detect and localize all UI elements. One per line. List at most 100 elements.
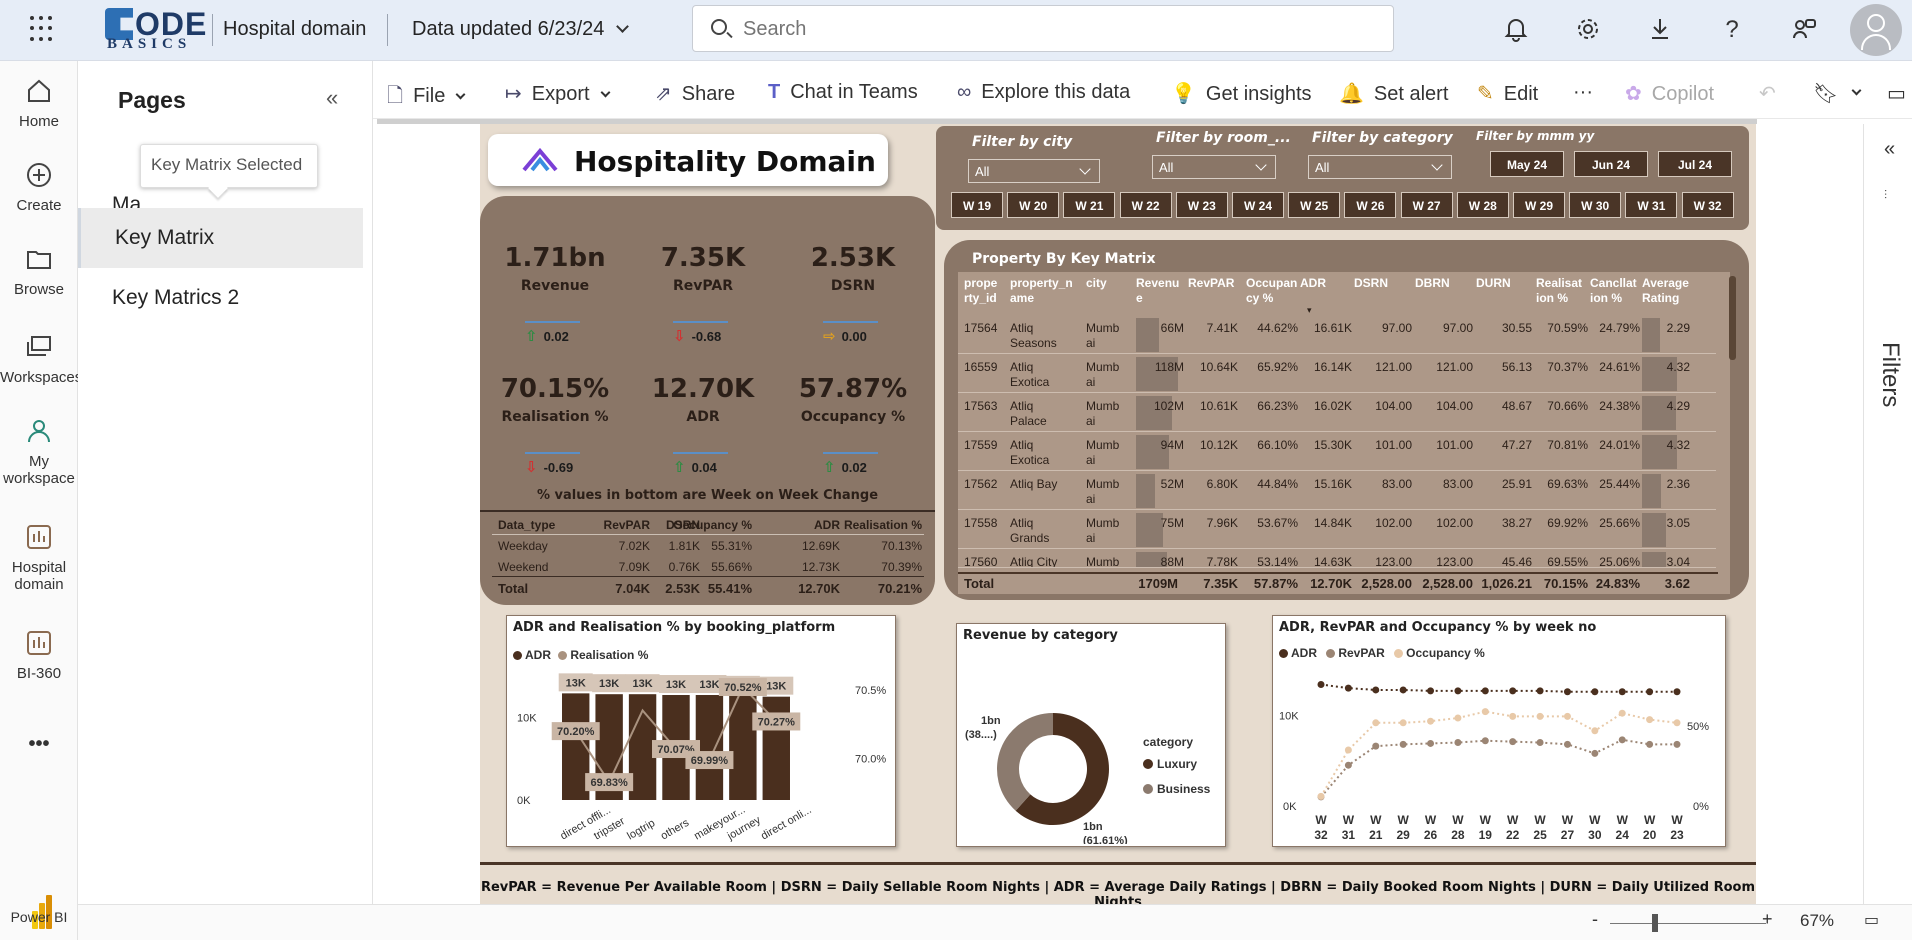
- series-point: [1454, 687, 1462, 695]
- view-icon[interactable]: ▭: [1887, 81, 1906, 106]
- fit-to-page-icon[interactable]: ▭: [1864, 910, 1879, 930]
- chat-in-teams-button[interactable]: T Chat in Teams: [768, 81, 918, 104]
- table-row[interactable]: 17563 Atliq Palace Mumb ai 102M 10.61K 66.23% 16…: [958, 394, 1716, 432]
- week-filter-button[interactable]: W 28: [1456, 192, 1509, 218]
- table-row[interactable]: 17564 Atliq Seasons Mumb ai 66M 7.41K 44.62% 16.…: [958, 316, 1716, 354]
- download-icon[interactable]: [1646, 16, 1674, 44]
- nav-browse[interactable]: Browse: [0, 245, 78, 298]
- table-row[interactable]: 17560 Atliq City Mumb 88M 7.78K 53.14% 14.63K 1…: [958, 550, 1716, 568]
- data-updated-dropdown[interactable]: Data updated 6/23/24: [412, 18, 630, 41]
- zoom-out-button[interactable]: -: [1592, 909, 1598, 930]
- column-header[interactable]: prope rty_id: [964, 276, 997, 306]
- column-header[interactable]: DBRN: [1415, 276, 1450, 291]
- bookmark-icon[interactable]: 🔖︎: [1813, 81, 1838, 106]
- week-filter-button[interactable]: W 21: [1063, 192, 1116, 218]
- month-filter-button[interactable]: Jun 24: [1574, 151, 1648, 177]
- file-menu[interactable]: 🗋 File: [387, 81, 466, 115]
- nav-hospital-domain[interactable]: Hospital domain: [0, 523, 78, 593]
- zoom-slider-thumb[interactable]: [1652, 914, 1658, 932]
- week-filter-button[interactable]: W 24: [1232, 192, 1284, 218]
- page-item-key-matrics-2[interactable]: Key Matrics 2: [78, 268, 363, 328]
- week-filter-button[interactable]: W 29: [1513, 192, 1565, 218]
- app-launcher-icon[interactable]: [30, 16, 56, 42]
- copilot-button[interactable]: ✿ Copilot: [1625, 81, 1714, 106]
- trend-down-icon: ⇩: [525, 459, 538, 476]
- more-actions-icon[interactable]: ···: [1573, 81, 1593, 104]
- nav-create[interactable]: Create: [0, 161, 78, 214]
- total-cell: Total: [964, 576, 995, 591]
- page-item-key-matrix[interactable]: Key Matrix: [78, 208, 363, 268]
- week-filter-button[interactable]: W 30: [1569, 192, 1622, 218]
- column-header[interactable]: DSRN: [1354, 276, 1388, 291]
- week-filter-button[interactable]: W 20: [1007, 192, 1060, 218]
- column-header[interactable]: Revenu e: [1136, 276, 1179, 306]
- more-options-icon[interactable]: •••: [0, 733, 78, 756]
- set-alert-button[interactable]: 🔔 Set alert: [1339, 81, 1448, 106]
- table-cell: Mumb ai: [1086, 399, 1120, 428]
- x-tick-label: W: [1534, 813, 1546, 827]
- table-row[interactable]: 17558 Atliq Grands Mumb ai 75M 7.96K 53.67% 14.8…: [958, 511, 1716, 549]
- x-tick-label: 31: [1342, 828, 1356, 842]
- kpi-label: Realisation %: [501, 409, 609, 425]
- feedback-icon[interactable]: [1790, 16, 1818, 44]
- table-row[interactable]: 16559 Atliq Exotica Mumb ai 118M 10.64K 65.92% 1…: [958, 355, 1716, 393]
- column-header[interactable]: city: [1086, 276, 1107, 291]
- week-filter-button[interactable]: W 27: [1400, 192, 1453, 218]
- search-box[interactable]: [692, 5, 1394, 52]
- table-row[interactable]: 17562 Atliq Bay Mumb ai 52M 6.80K 44.84% 15.16K…: [958, 472, 1716, 510]
- category-filter-select[interactable]: All: [1308, 155, 1452, 179]
- export-menu[interactable]: ↦ Export: [505, 81, 611, 106]
- series-point: [1646, 740, 1654, 748]
- month-filter-button[interactable]: Jul 24: [1658, 151, 1732, 177]
- week-filter-button[interactable]: W 22: [1119, 192, 1172, 218]
- explore-data-button[interactable]: ∞ Explore this data: [957, 81, 1130, 104]
- notifications-bell-icon[interactable]: [1502, 16, 1530, 44]
- week-filter-button[interactable]: W 25: [1288, 192, 1341, 218]
- undo-icon[interactable]: ↶: [1759, 81, 1776, 106]
- expand-filters-icon[interactable]: «: [1884, 138, 1895, 161]
- get-insights-button[interactable]: 💡 Get insights: [1171, 81, 1312, 106]
- column-header[interactable]: Realisat ion %: [1536, 276, 1582, 306]
- week-filter-button[interactable]: W 23: [1175, 192, 1228, 218]
- nav-my-workspace[interactable]: My workspace: [0, 417, 78, 487]
- city-filter-select[interactable]: All: [968, 159, 1100, 183]
- share-button[interactable]: ⇗ Share: [655, 81, 735, 106]
- week-filter-button[interactable]: W 32: [1681, 192, 1734, 218]
- column-header[interactable]: property_n ame: [1010, 276, 1073, 306]
- zoom-slider[interactable]: [1610, 923, 1766, 924]
- column-header[interactable]: Average Rating: [1642, 276, 1689, 306]
- search-input[interactable]: [743, 16, 1343, 42]
- zoom-in-button[interactable]: +: [1762, 909, 1773, 930]
- table-row[interactable]: 17559 Atliq Exotica Mumb ai 94M 10.12K 66.10% 15…: [958, 433, 1716, 471]
- month-filter-button[interactable]: May 24: [1490, 151, 1564, 177]
- x-tick-label: 22: [1506, 828, 1520, 842]
- settings-gear-icon[interactable]: [1574, 16, 1602, 44]
- table-scrollbar[interactable]: [1729, 276, 1736, 360]
- column-header[interactable]: DURN: [1476, 276, 1511, 291]
- svg-text:13K: 13K: [632, 678, 652, 690]
- week-filter-button[interactable]: W 26: [1344, 192, 1397, 218]
- week-filter-button[interactable]: W 19: [951, 192, 1003, 218]
- collapse-pane-icon[interactable]: «: [326, 85, 338, 111]
- kpi-label: ADR: [686, 409, 720, 425]
- column-header[interactable]: Cancllat ion %: [1590, 276, 1637, 306]
- week-filter-button[interactable]: W 31: [1625, 192, 1678, 218]
- nav-workspaces[interactable]: Workspaces: [0, 333, 82, 386]
- nav-bi360[interactable]: BI-360: [0, 629, 78, 682]
- table-cell: 7.09K: [618, 560, 650, 574]
- bookmark-chevron-icon[interactable]: [1851, 81, 1862, 104]
- x-tick-label: W: [1617, 813, 1629, 827]
- table-cell: Total: [498, 581, 529, 596]
- table-cell: 102M: [1153, 399, 1184, 413]
- edit-button[interactable]: ✎ Edit: [1477, 81, 1538, 106]
- user-avatar[interactable]: [1850, 4, 1902, 56]
- realisation-data-label: 69.83%: [585, 773, 634, 792]
- column-header[interactable]: Occupan cy %: [1246, 276, 1297, 306]
- help-icon[interactable]: ?: [1718, 16, 1746, 44]
- column-header[interactable]: RevPAR: [1188, 276, 1234, 291]
- workspace-name[interactable]: Hospital domain: [223, 18, 366, 41]
- nav-home[interactable]: Home: [0, 77, 78, 130]
- filters-pane[interactable]: « ⫶ Filters: [1863, 124, 1912, 940]
- column-header[interactable]: ADR: [1300, 276, 1326, 291]
- room-filter-select[interactable]: All: [1152, 155, 1276, 179]
